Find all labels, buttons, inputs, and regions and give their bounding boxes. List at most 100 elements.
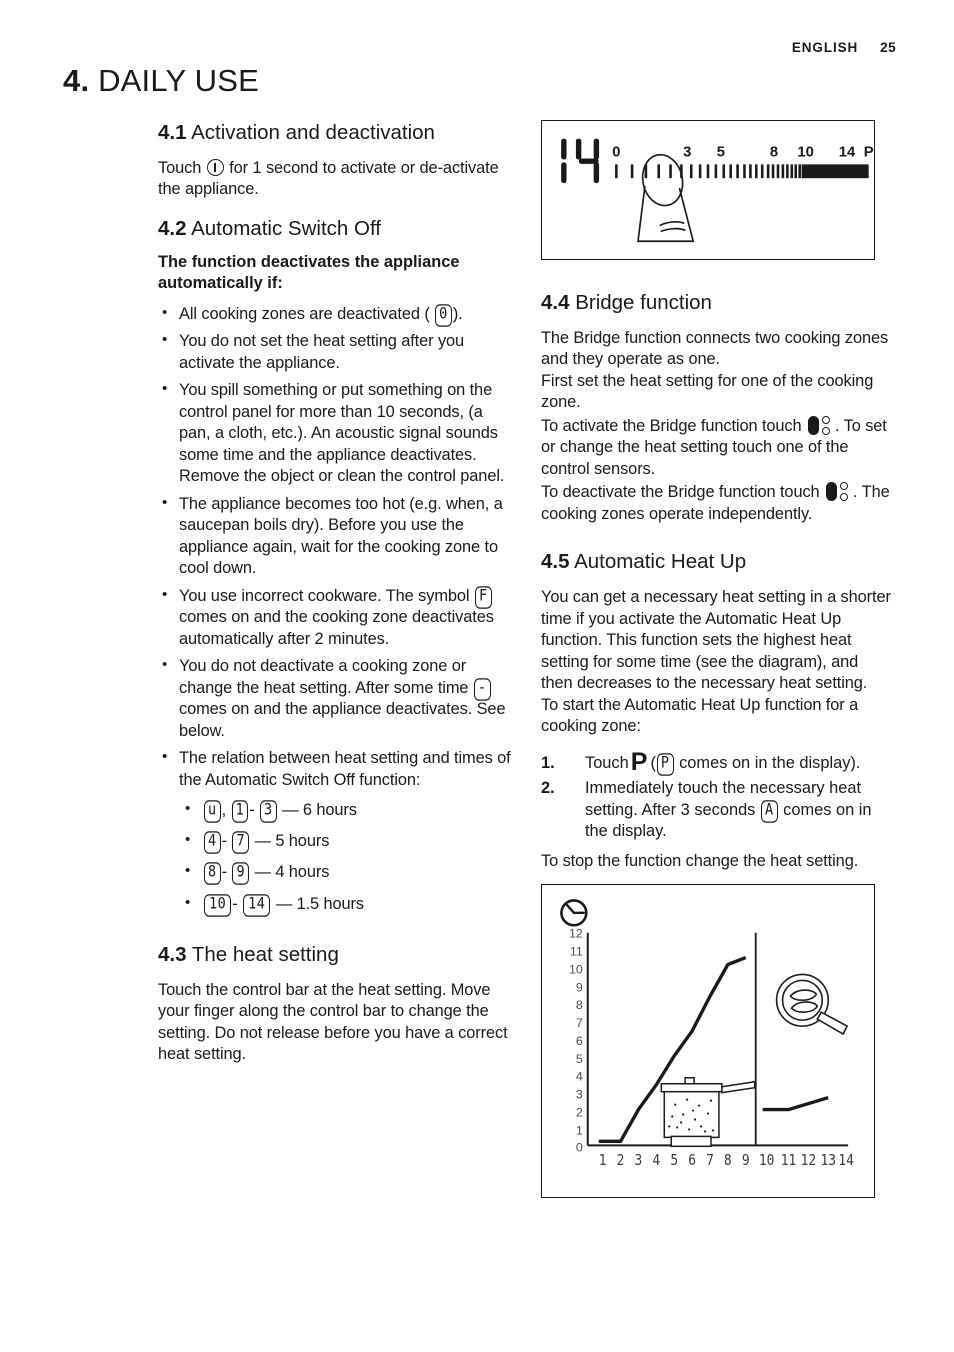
- list-item: 10- 14 — 1.5 hours: [179, 889, 514, 920]
- touch-label: Touch: [158, 159, 202, 177]
- display-glyph-a: A: [760, 800, 778, 823]
- svg-text:8: 8: [770, 144, 778, 160]
- svg-text:8: 8: [724, 1153, 732, 1170]
- chapter-number: 4.: [63, 63, 90, 98]
- display-glyph-0: 0: [435, 304, 452, 327]
- svg-text:3: 3: [576, 1088, 583, 1102]
- display-glyph-4: 4: [204, 831, 221, 854]
- list-item-text-end: comes on and the cooking zone deactivate…: [179, 608, 494, 648]
- step-text: Touch: [585, 753, 629, 772]
- list-item: The relation between heat setting and ti…: [158, 747, 514, 920]
- step-number: 1.: [541, 753, 555, 772]
- section-heading-4-3: 4.3 The heat setting: [158, 942, 514, 967]
- svg-text:P: P: [864, 144, 874, 160]
- display-glyph-3: 3: [260, 800, 277, 823]
- heat-up-steps: 1. TouchP(P comes on in the display). 2.…: [541, 749, 893, 843]
- duration-label: — 4 hours: [254, 863, 330, 882]
- section-4-4-paragraph-3: To activate the Bridge function touch . …: [541, 414, 893, 480]
- svg-text:3: 3: [635, 1153, 643, 1170]
- section-4-4-paragraph-2: First set the heat setting for one of th…: [541, 371, 874, 412]
- svg-text:7: 7: [576, 1016, 583, 1030]
- svg-text:11: 11: [781, 1153, 797, 1170]
- svg-text:1: 1: [576, 1124, 583, 1138]
- section-4-1-paragraph: Touch for 1 second to activate or de-act…: [158, 158, 514, 201]
- bridge-sensor-top-icon: [840, 482, 849, 491]
- frying-pan-icon: [775, 973, 849, 1036]
- section-4-2-lead: The function deactivates the appliance a…: [158, 252, 460, 293]
- svg-text:5: 5: [670, 1153, 678, 1170]
- svg-text:4: 4: [576, 1070, 583, 1084]
- section-title-4-3: The heat setting: [191, 942, 339, 966]
- section-4-5-paragraph-3: To stop the function change the heat set…: [541, 851, 859, 870]
- svg-text:1: 1: [599, 1153, 607, 1170]
- svg-text:6: 6: [688, 1153, 696, 1170]
- bridge-pad-icon: [808, 415, 820, 435]
- open-paren: (: [650, 753, 656, 772]
- separator-dash: -: [221, 832, 227, 851]
- step-number: 2.: [541, 779, 555, 798]
- svg-text:14: 14: [838, 1153, 854, 1170]
- section-number-4-3: 4.3: [158, 942, 187, 966]
- bridge-sensor-bottom-icon: [840, 493, 849, 502]
- duration-label: — 6 hours: [282, 801, 357, 820]
- section-4-5-paragraph-2: To start the Automatic Heat Up function …: [541, 695, 859, 736]
- display-glyph-f: F: [474, 586, 492, 609]
- list-item: All cooking zones are deactivated ( 0).: [158, 303, 514, 327]
- svg-text:2: 2: [617, 1153, 625, 1170]
- svg-text:9: 9: [576, 980, 583, 994]
- section-title-4-2: Automatic Switch Off: [191, 216, 381, 240]
- bridge-function-icon: [825, 480, 852, 502]
- section-title-4-1: Activation and deactivation: [191, 121, 435, 144]
- list-item-text-end: ).: [452, 304, 463, 323]
- svg-text:12: 12: [801, 1153, 817, 1170]
- separator-dash: -: [249, 801, 255, 820]
- control-bar-illustration: 0 3 5 8 10 14 P: [541, 120, 875, 260]
- display-glyph-p: P: [656, 753, 674, 776]
- svg-text:9: 9: [742, 1153, 750, 1170]
- control-bar-ticks: [615, 164, 869, 179]
- power-on-off-icon: [206, 159, 224, 176]
- list-item: 2. Immediately touch the necessary heat …: [541, 778, 893, 842]
- separator-comma: ,: [221, 801, 227, 820]
- separator-dash: -: [232, 894, 238, 913]
- duration-label: — 1.5 hours: [275, 894, 365, 913]
- y-axis-tick-labels: 12 11 10 9 8 7 6 5 4 3 2 1 0: [569, 927, 583, 1155]
- svg-text:5: 5: [576, 1052, 583, 1066]
- list-item: The appliance becomes too hot (e.g. when…: [158, 493, 514, 580]
- page-title: 4. DAILY USE: [63, 63, 259, 99]
- finger-icon: [637, 153, 695, 243]
- svg-text:8: 8: [576, 998, 583, 1012]
- display-glyph-7: 7: [232, 831, 250, 854]
- header-language: ENGLISH: [791, 40, 859, 55]
- clock-icon: [560, 899, 588, 927]
- display-glyph-u: u: [204, 800, 221, 823]
- svg-text:4: 4: [652, 1153, 660, 1170]
- switch-off-condition-list: All cooking zones are deactivated ( 0). …: [158, 303, 514, 920]
- svg-text:10: 10: [797, 144, 813, 160]
- separator-dash: -: [221, 863, 227, 882]
- svg-text:0: 0: [612, 144, 620, 160]
- svg-text:10: 10: [569, 963, 583, 977]
- section-number-4-2: 4.2: [158, 216, 187, 240]
- section-heading-4-4: 4.4 Bridge function: [541, 290, 893, 315]
- display-glyph-dash: -: [473, 677, 491, 701]
- svg-text:3: 3: [683, 144, 691, 160]
- activate-bridge-text: To activate the Bridge function touch: [541, 416, 802, 435]
- list-item: 8- 9 — 4 hours: [179, 857, 514, 888]
- header-page-number: 25: [880, 40, 896, 55]
- bridge-function-icon: [807, 414, 834, 436]
- right-column: 0 3 5 8 10 14 P 4.4 Bridge function The …: [541, 120, 893, 1199]
- bridge-pad-icon: [826, 482, 838, 502]
- list-item: You use incorrect cookware. The symbol F…: [158, 585, 514, 650]
- section-heading-4-1: 4.1 Activation and deactivation: [158, 120, 514, 145]
- display-glyph-8: 8: [204, 862, 221, 886]
- deactivate-bridge-text: To deactivate the Bridge function touch: [541, 483, 820, 502]
- svg-text:11: 11: [570, 945, 583, 959]
- x-axis-tick-labels: 1 2 3 4 5 6 7 8 9 10 11 12 13 14: [599, 1153, 854, 1170]
- heat-up-chart-svg: 12 11 10 9 8 7 6 5 4 3 2 1 0 1 2 3 4 5 6…: [560, 899, 854, 1170]
- list-item-text: You do not deactivate a cooking zone or …: [179, 657, 469, 697]
- section-heading-4-2: 4.2 Automatic Switch Off: [158, 216, 514, 241]
- control-bar-svg: 0 3 5 8 10 14 P: [561, 138, 874, 243]
- section-4-5-paragraph-1: You can get a necessary heat setting in …: [541, 588, 891, 693]
- chart-series-2: [762, 1096, 829, 1112]
